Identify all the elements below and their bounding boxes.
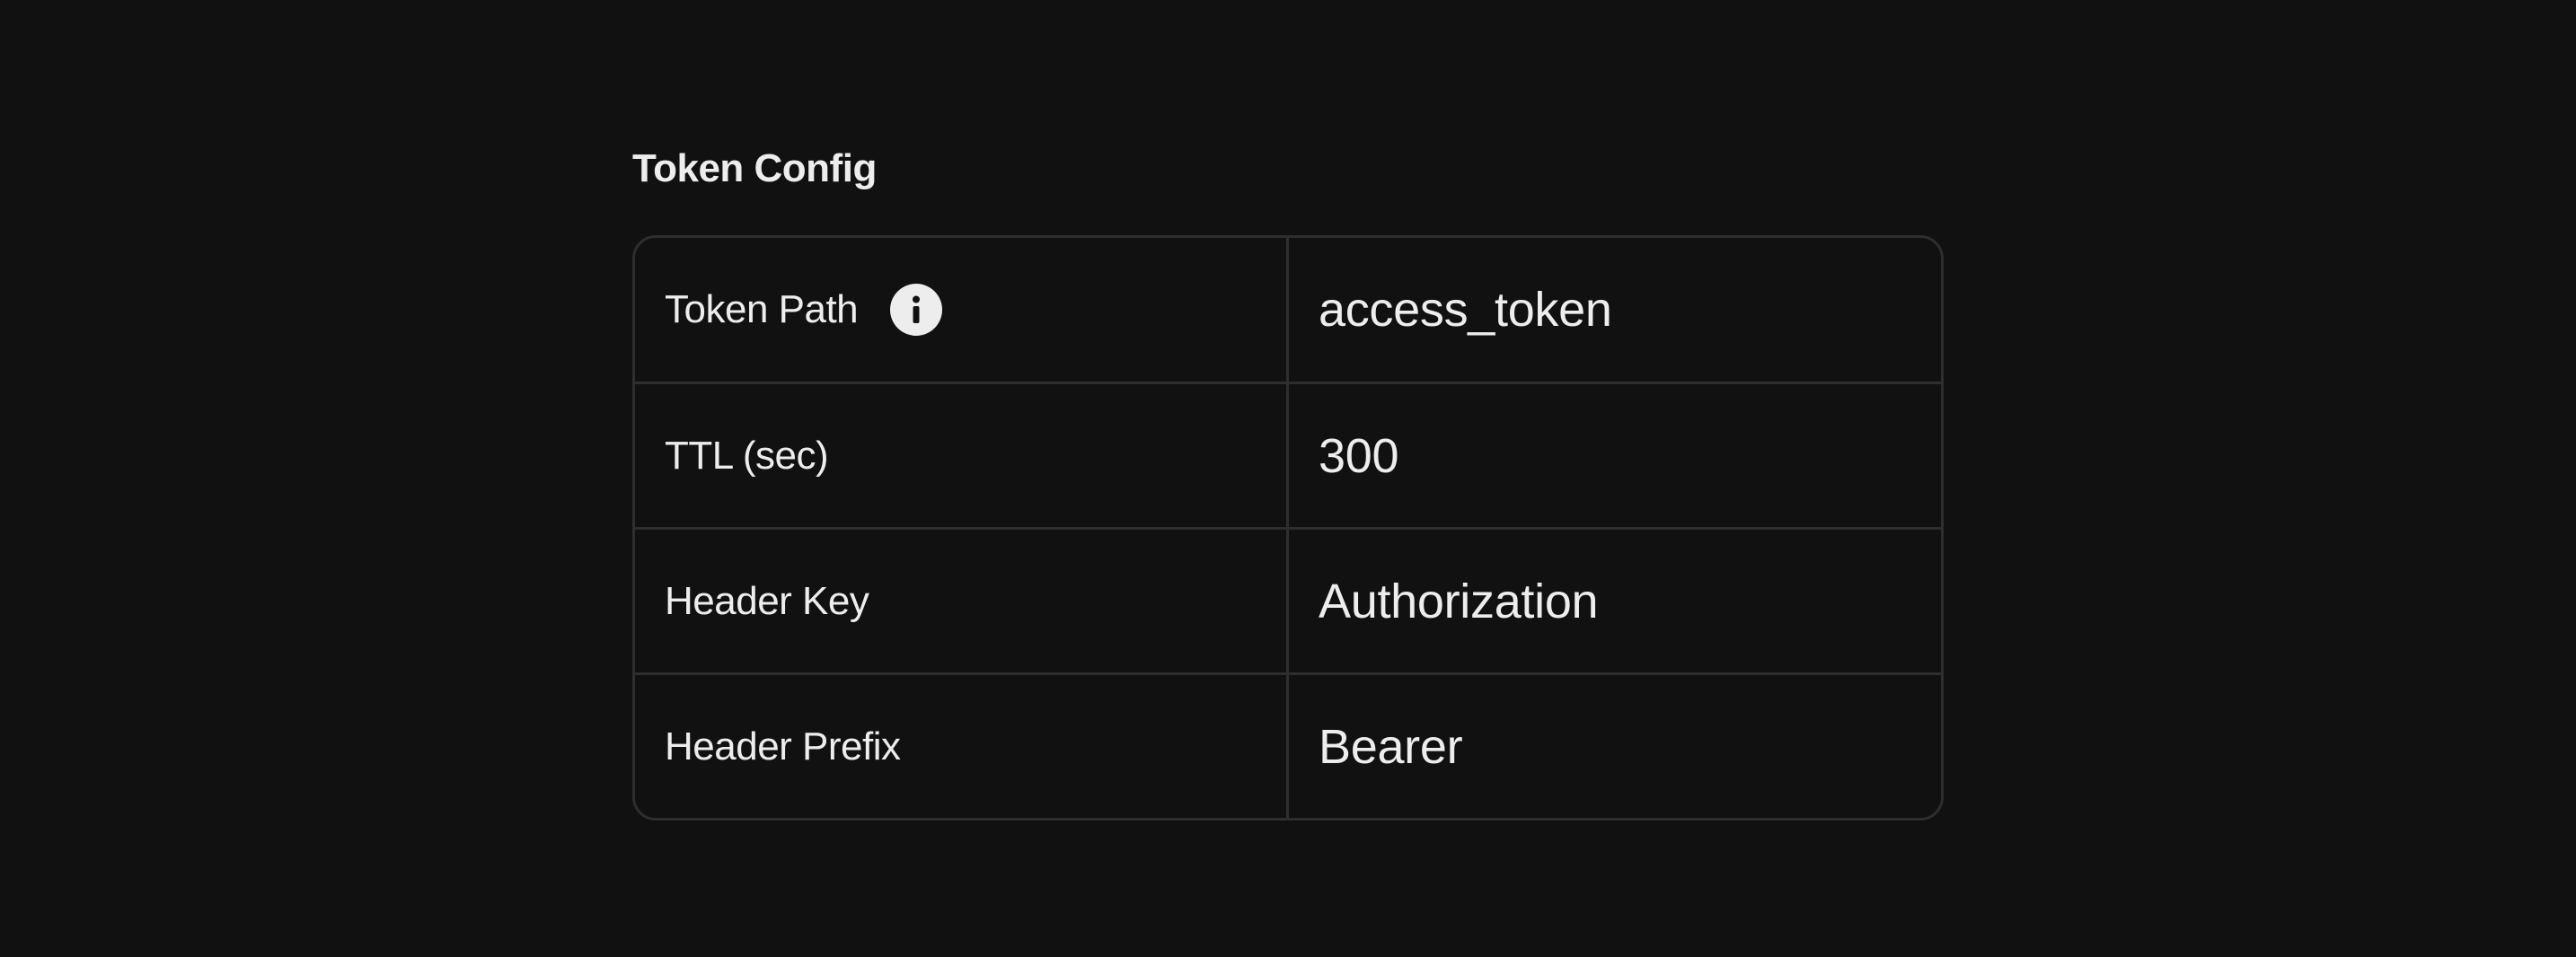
info-icon[interactable] [890,284,943,336]
row-label-cell: Token Path [635,238,1289,382]
header-key-label: Header Key [635,530,1289,672]
token-config-table: Token Path access_token TTL (sec) 300 He… [632,235,1944,821]
header-prefix-value: Bearer [1319,719,1463,774]
header-prefix-label: Header Prefix [635,675,1289,818]
ttl-label: TTL (sec) [635,384,1289,527]
token-config-section: Token Config Token Path access_token TTL… [632,144,1944,821]
table-row-ttl: TTL (sec) 300 [635,382,1941,527]
token-path-label: Token Path [665,287,859,331]
table-row-header-prefix: Header Prefix Bearer [635,672,1941,818]
table-row-token-path: Token Path access_token [635,238,1941,382]
token-path-value: access_token [1319,283,1612,337]
ttl-value: 300 [1319,428,1399,483]
section-title: Token Config [632,146,877,190]
table-row-header-key: Header Key Authorization [635,527,1941,672]
header-key-value: Authorization [1319,574,1599,628]
